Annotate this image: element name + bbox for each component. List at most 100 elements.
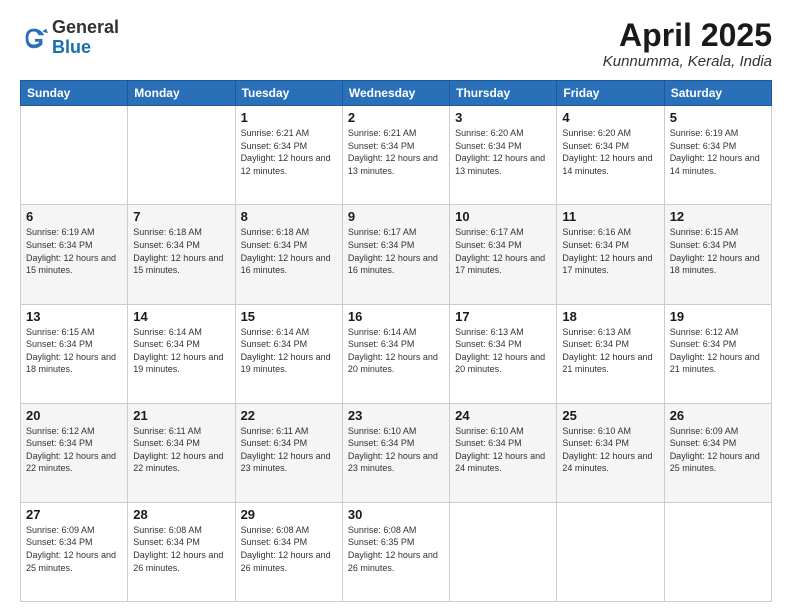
day-info: Sunrise: 6:21 AM Sunset: 6:34 PM Dayligh… — [348, 127, 444, 177]
day-info: Sunrise: 6:13 AM Sunset: 6:34 PM Dayligh… — [455, 326, 551, 376]
day-info: Sunrise: 6:11 AM Sunset: 6:34 PM Dayligh… — [241, 425, 337, 475]
calendar-cell: 5 Sunrise: 6:19 AM Sunset: 6:34 PM Daylig… — [664, 106, 771, 205]
calendar-cell: 23Sunrise: 6:10 AM Sunset: 6:34 PM Dayli… — [342, 403, 449, 502]
logo-text: General Blue — [52, 18, 119, 58]
calendar-cell: 7 Sunrise: 6:18 AM Sunset: 6:34 PM Daylig… — [128, 205, 235, 304]
calendar-header-sunday: Sunday — [21, 81, 128, 106]
calendar-cell: 24Sunrise: 6:10 AM Sunset: 6:34 PM Dayli… — [450, 403, 557, 502]
calendar-cell: 13 Sunrise: 6:15 AM Sunset: 6:34 PM Dayli… — [21, 304, 128, 403]
calendar-cell: 15 Sunrise: 6:14 AM Sunset: 6:34 PM Dayli… — [235, 304, 342, 403]
day-info: Sunrise: 6:19 AM Sunset: 6:34 PM Dayligh… — [26, 226, 122, 276]
calendar-cell: 12Sunrise: 6:15 AM Sunset: 6:34 PM Dayli… — [664, 205, 771, 304]
day-number: 14 — [133, 309, 229, 324]
calendar-cell: 8 Sunrise: 6:18 AM Sunset: 6:34 PM Daylig… — [235, 205, 342, 304]
day-info: Sunrise: 6:17 AM Sunset: 6:34 PM Dayligh… — [455, 226, 551, 276]
day-number: 4 — [562, 110, 658, 125]
calendar-cell: 4Sunrise: 6:20 AM Sunset: 6:34 PM Daylig… — [557, 106, 664, 205]
calendar-header-thursday: Thursday — [450, 81, 557, 106]
day-number: 22 — [241, 408, 337, 423]
calendar-cell — [557, 502, 664, 601]
day-info: Sunrise: 6:14 AM Sunset: 6:34 PM Dayligh… — [348, 326, 444, 376]
calendar-cell: 28 Sunrise: 6:08 AM Sunset: 6:34 PM Dayli… — [128, 502, 235, 601]
calendar-week-3: 13 Sunrise: 6:15 AM Sunset: 6:34 PM Dayli… — [21, 304, 772, 403]
logo: General Blue — [20, 18, 119, 58]
day-info: Sunrise: 6:13 AM Sunset: 6:34 PM Dayligh… — [562, 326, 658, 376]
day-number: 21 — [133, 408, 229, 423]
day-info: Sunrise: 6:08 AM Sunset: 6:35 PM Dayligh… — [348, 524, 444, 574]
calendar-week-5: 27Sunrise: 6:09 AM Sunset: 6:34 PM Dayli… — [21, 502, 772, 601]
day-info: Sunrise: 6:09 AM Sunset: 6:34 PM Dayligh… — [26, 524, 122, 574]
day-info: Sunrise: 6:18 AM Sunset: 6:34 PM Dayligh… — [241, 226, 337, 276]
calendar-header-tuesday: Tuesday — [235, 81, 342, 106]
calendar-cell: 9 Sunrise: 6:17 AM Sunset: 6:34 PM Daylig… — [342, 205, 449, 304]
calendar-cell: 3Sunrise: 6:20 AM Sunset: 6:34 PM Daylig… — [450, 106, 557, 205]
day-number: 23 — [348, 408, 444, 423]
day-info: Sunrise: 6:08 AM Sunset: 6:34 PM Dayligh… — [241, 524, 337, 574]
calendar-cell: 18 Sunrise: 6:13 AM Sunset: 6:34 PM Dayli… — [557, 304, 664, 403]
day-number: 8 — [241, 209, 337, 224]
header: General Blue April 2025 Kunnumma, Kerala… — [20, 18, 772, 70]
calendar-week-1: 1 Sunrise: 6:21 AM Sunset: 6:34 PM Daylig… — [21, 106, 772, 205]
day-info: Sunrise: 6:08 AM Sunset: 6:34 PM Dayligh… — [133, 524, 229, 574]
day-info: Sunrise: 6:10 AM Sunset: 6:34 PM Dayligh… — [562, 425, 658, 475]
day-info: Sunrise: 6:11 AM Sunset: 6:34 PM Dayligh… — [133, 425, 229, 475]
day-info: Sunrise: 6:17 AM Sunset: 6:34 PM Dayligh… — [348, 226, 444, 276]
calendar-cell: 6 Sunrise: 6:19 AM Sunset: 6:34 PM Daylig… — [21, 205, 128, 304]
day-number: 10 — [455, 209, 551, 224]
calendar-cell: 17Sunrise: 6:13 AM Sunset: 6:34 PM Dayli… — [450, 304, 557, 403]
day-number: 11 — [562, 209, 658, 224]
day-number: 9 — [348, 209, 444, 224]
day-info: Sunrise: 6:20 AM Sunset: 6:34 PM Dayligh… — [455, 127, 551, 177]
day-info: Sunrise: 6:19 AM Sunset: 6:34 PM Dayligh… — [670, 127, 766, 177]
calendar-cell: 26 Sunrise: 6:09 AM Sunset: 6:34 PM Dayli… — [664, 403, 771, 502]
calendar-cell: 22 Sunrise: 6:11 AM Sunset: 6:34 PM Dayli… — [235, 403, 342, 502]
calendar-cell: 27Sunrise: 6:09 AM Sunset: 6:34 PM Dayli… — [21, 502, 128, 601]
day-number: 5 — [670, 110, 766, 125]
calendar-cell: 1Sunrise: 6:21 AM Sunset: 6:34 PM Daylig… — [235, 106, 342, 205]
day-number: 19 — [670, 309, 766, 324]
logo-blue-text: Blue — [52, 37, 91, 57]
calendar-cell: 2Sunrise: 6:21 AM Sunset: 6:34 PM Daylig… — [342, 106, 449, 205]
day-number: 30 — [348, 507, 444, 522]
calendar-cell — [21, 106, 128, 205]
calendar-cell — [664, 502, 771, 601]
calendar-header-row: SundayMondayTuesdayWednesdayThursdayFrid… — [21, 81, 772, 106]
day-number: 15 — [241, 309, 337, 324]
calendar-cell: 14 Sunrise: 6:14 AM Sunset: 6:34 PM Dayli… — [128, 304, 235, 403]
day-info: Sunrise: 6:14 AM Sunset: 6:34 PM Dayligh… — [241, 326, 337, 376]
calendar-header-monday: Monday — [128, 81, 235, 106]
page-subtitle: Kunnumma, Kerala, India — [603, 53, 772, 70]
day-info: Sunrise: 6:16 AM Sunset: 6:34 PM Dayligh… — [562, 226, 658, 276]
calendar-cell: 10 Sunrise: 6:17 AM Sunset: 6:34 PM Dayli… — [450, 205, 557, 304]
day-number: 26 — [670, 408, 766, 423]
page: General Blue April 2025 Kunnumma, Kerala… — [0, 0, 792, 612]
day-info: Sunrise: 6:15 AM Sunset: 6:34 PM Dayligh… — [26, 326, 122, 376]
day-number: 6 — [26, 209, 122, 224]
calendar-cell — [128, 106, 235, 205]
logo-general-text: General — [52, 17, 119, 37]
calendar-cell: 21 Sunrise: 6:11 AM Sunset: 6:34 PM Dayli… — [128, 403, 235, 502]
day-number: 28 — [133, 507, 229, 522]
calendar-cell: 20 Sunrise: 6:12 AM Sunset: 6:34 PM Dayli… — [21, 403, 128, 502]
day-info: Sunrise: 6:09 AM Sunset: 6:34 PM Dayligh… — [670, 425, 766, 475]
calendar-week-4: 20 Sunrise: 6:12 AM Sunset: 6:34 PM Dayli… — [21, 403, 772, 502]
page-title: April 2025 — [603, 18, 772, 53]
day-number: 18 — [562, 309, 658, 324]
day-number: 25 — [562, 408, 658, 423]
day-number: 13 — [26, 309, 122, 324]
day-number: 20 — [26, 408, 122, 423]
day-info: Sunrise: 6:14 AM Sunset: 6:34 PM Dayligh… — [133, 326, 229, 376]
calendar-cell: 25 Sunrise: 6:10 AM Sunset: 6:34 PM Dayli… — [557, 403, 664, 502]
day-info: Sunrise: 6:12 AM Sunset: 6:34 PM Dayligh… — [26, 425, 122, 475]
calendar-cell: 30 Sunrise: 6:08 AM Sunset: 6:35 PM Dayli… — [342, 502, 449, 601]
calendar-table: SundayMondayTuesdayWednesdayThursdayFrid… — [20, 80, 772, 602]
day-number: 1 — [241, 110, 337, 125]
day-number: 7 — [133, 209, 229, 224]
day-info: Sunrise: 6:18 AM Sunset: 6:34 PM Dayligh… — [133, 226, 229, 276]
logo-icon — [20, 24, 48, 52]
day-info: Sunrise: 6:15 AM Sunset: 6:34 PM Dayligh… — [670, 226, 766, 276]
day-info: Sunrise: 6:12 AM Sunset: 6:34 PM Dayligh… — [670, 326, 766, 376]
calendar-cell: 16Sunrise: 6:14 AM Sunset: 6:34 PM Dayli… — [342, 304, 449, 403]
title-block: April 2025 Kunnumma, Kerala, India — [603, 18, 772, 70]
day-info: Sunrise: 6:10 AM Sunset: 6:34 PM Dayligh… — [455, 425, 551, 475]
